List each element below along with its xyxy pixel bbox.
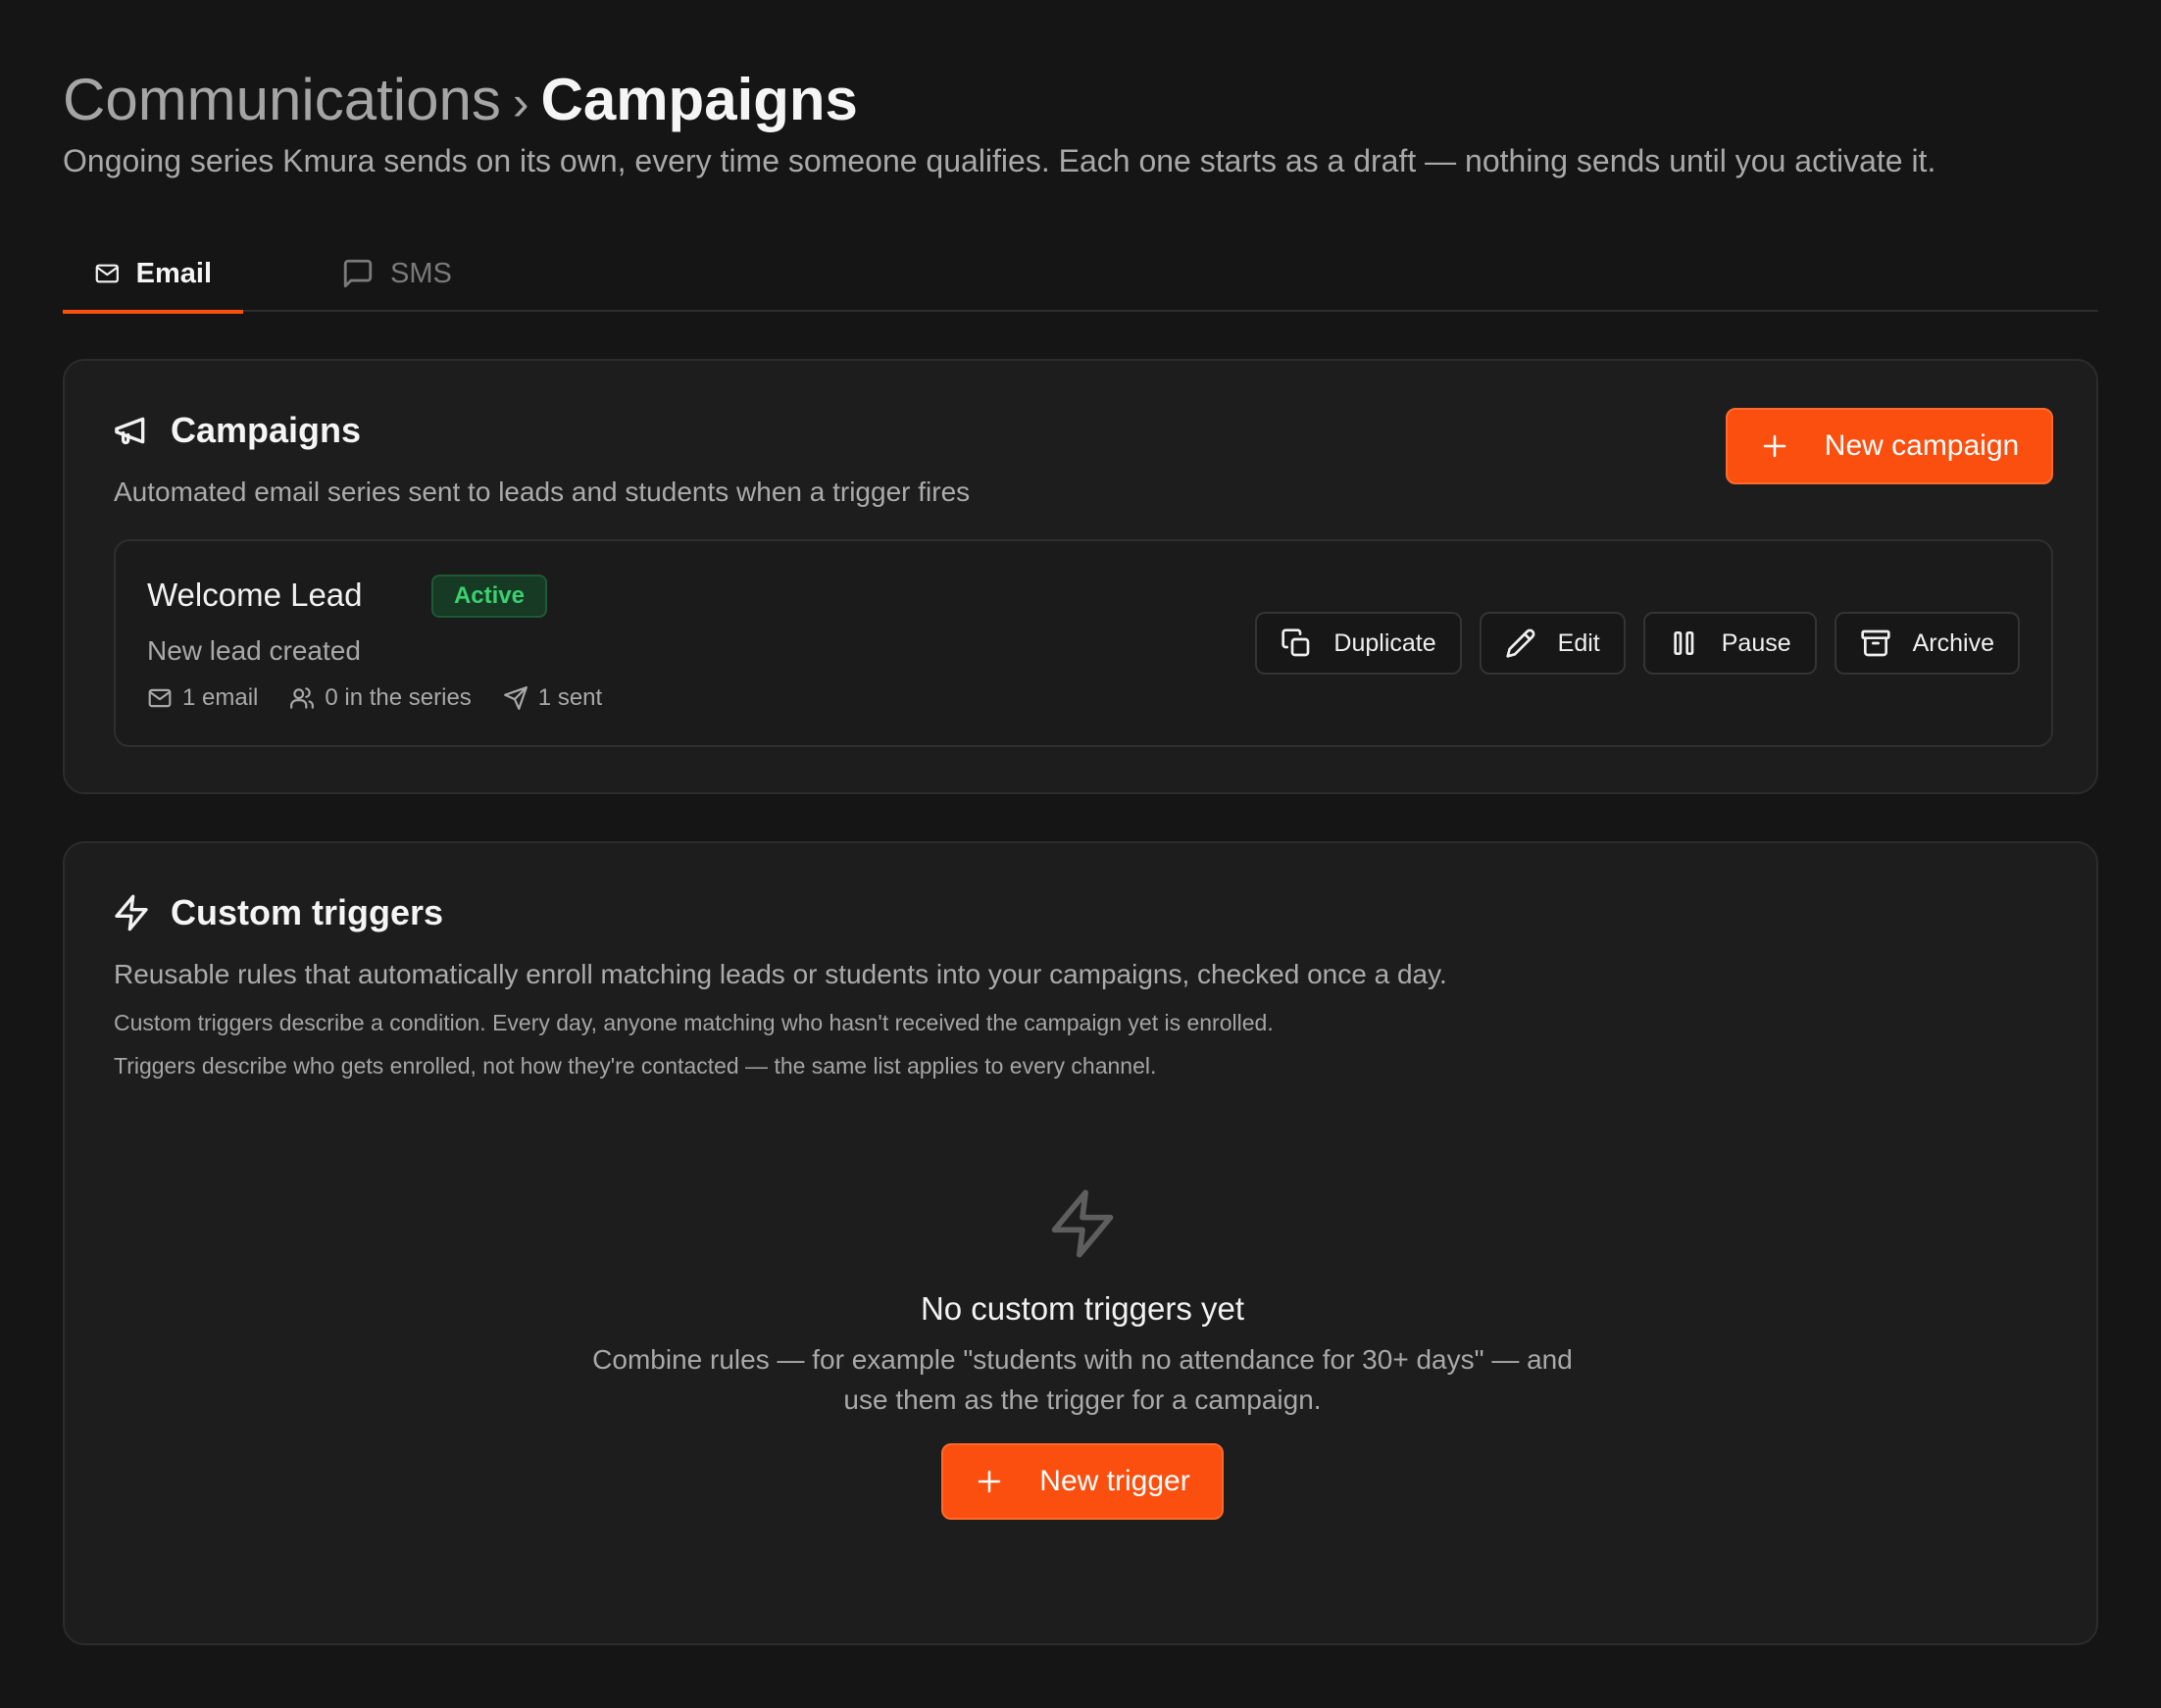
stat-emails: 1 email (147, 684, 258, 712)
new-campaign-button[interactable]: New campaign (1726, 408, 2053, 484)
archive-icon (1860, 629, 1890, 657)
mail-icon (95, 264, 119, 283)
breadcrumb-separator: › (512, 75, 529, 130)
zap-icon (115, 894, 148, 931)
zap-icon (1051, 1189, 1114, 1258)
campaigns-card-title: Campaigns (112, 410, 361, 451)
triggers-card-description: Reusable rules that automatically enroll… (114, 959, 1447, 989)
megaphone-icon (115, 417, 145, 445)
users-icon (290, 687, 315, 709)
duplicate-button[interactable]: Duplicate (1255, 612, 1462, 675)
pencil-icon (1505, 628, 1535, 658)
edit-button[interactable]: Edit (1479, 612, 1626, 675)
tab-sms[interactable]: SMS (310, 235, 483, 312)
edit-label: Edit (1557, 628, 1600, 657)
new-trigger-button[interactable]: New trigger (941, 1443, 1224, 1520)
stat-sent-text: 1 sent (537, 684, 603, 711)
archive-button[interactable]: Archive (1834, 612, 2020, 675)
empty-state-title: No custom triggers yet (920, 1290, 1245, 1327)
status-badge: Active (431, 575, 547, 618)
tab-sms-label: SMS (390, 257, 452, 289)
send-icon (503, 686, 528, 710)
new-campaign-label: New campaign (1824, 429, 2020, 462)
duplicate-label: Duplicate (1333, 628, 1436, 657)
pause-label: Pause (1721, 628, 1791, 657)
campaign-trigger: New lead created (147, 635, 361, 666)
page-title: Campaigns (540, 67, 858, 132)
triggers-note-2: Triggers describe who gets enrolled, not… (114, 1053, 1157, 1079)
pause-icon (1674, 631, 1694, 655)
campaign-stats: 1 email 0 in the series 1 sent (147, 684, 602, 712)
plus-icon (1763, 434, 1786, 458)
page-description: Ongoing series Kmura sends on its own, e… (63, 143, 1936, 178)
campaigns-title-text: Campaigns (171, 410, 362, 450)
empty-state-description: Combine rules — for example "students wi… (592, 1344, 1573, 1415)
tab-email-label: Email (135, 257, 212, 289)
stat-emails-text: 1 email (182, 684, 259, 711)
breadcrumb-parent[interactable]: Communications (63, 61, 501, 139)
copy-icon (1282, 628, 1310, 657)
breadcrumb: Communications › Campaigns (63, 61, 858, 142)
triggers-note-1: Custom triggers describe a condition. Ev… (114, 1010, 1274, 1035)
archive-label: Archive (1912, 628, 1994, 657)
tab-email[interactable]: Email (63, 235, 243, 314)
campaigns-card-description: Automated email series sent to leads and… (114, 477, 971, 507)
triggers-card-title: Custom triggers (112, 892, 443, 933)
channel-tabs: Email SMS (63, 235, 2098, 314)
campaigns-card: Campaigns Automated email series sent to… (63, 359, 2098, 794)
stat-in-series: 0 in the series (289, 684, 472, 712)
pause-button[interactable]: Pause (1642, 612, 1817, 675)
stat-in-series-text: 0 in the series (325, 684, 472, 711)
campaign-name: Welcome Lead (147, 577, 363, 613)
custom-triggers-card: Custom triggers Reusable rules that auto… (63, 841, 2098, 1645)
message-square-icon (343, 259, 373, 288)
mail-icon (148, 688, 172, 708)
stat-sent: 1 sent (503, 684, 602, 712)
new-trigger-label: New trigger (1039, 1465, 1190, 1497)
campaign-actions: Duplicate Edit Pause Archive (1255, 612, 2020, 675)
triggers-title-text: Custom triggers (171, 892, 444, 932)
campaign-row[interactable]: Welcome Lead Active New lead created 1 e… (114, 539, 2053, 747)
plus-icon (979, 1470, 1001, 1493)
